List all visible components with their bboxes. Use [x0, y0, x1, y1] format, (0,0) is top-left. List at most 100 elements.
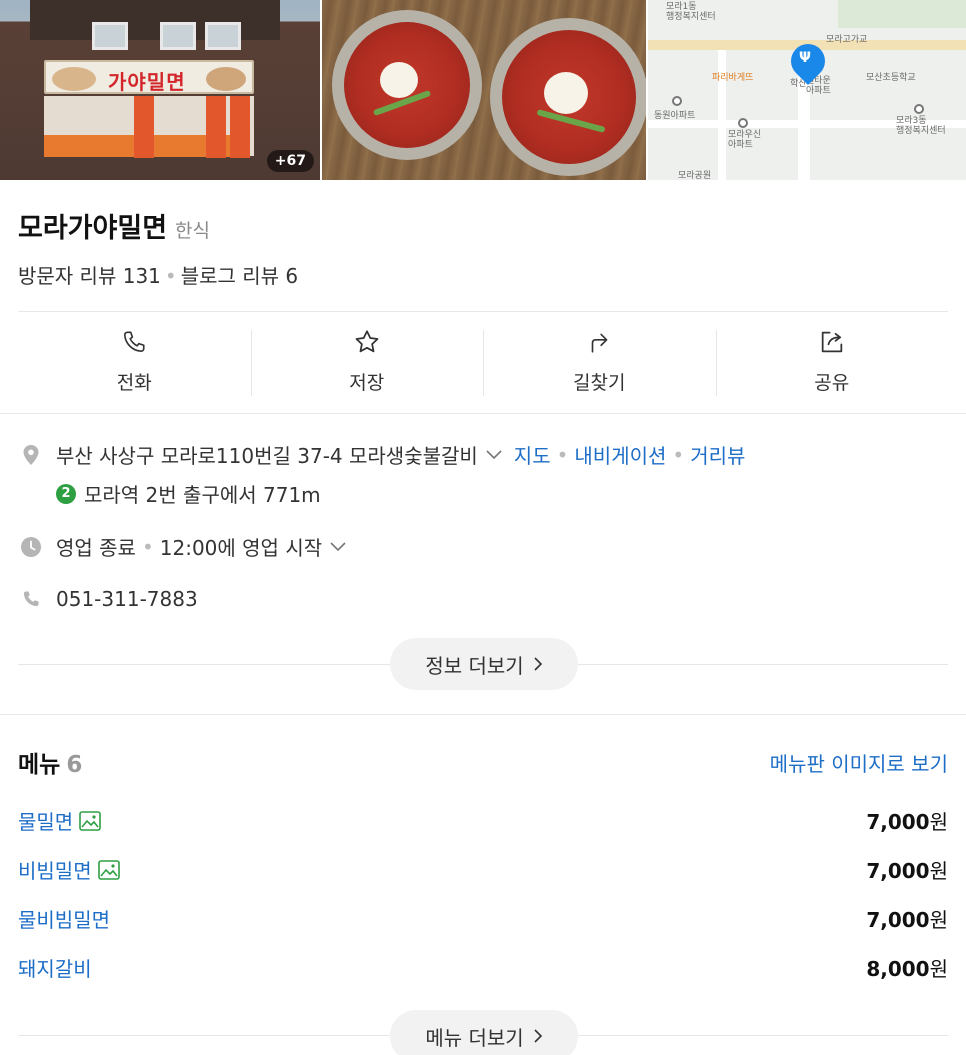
- hours-row[interactable]: 영업 종료 • 12:00에 영업 시작: [20, 532, 346, 561]
- building-window: [92, 22, 128, 50]
- menu-item-price: 7,000: [866, 810, 930, 834]
- separator-dot: •: [141, 534, 154, 559]
- banner: [134, 96, 154, 158]
- menu-item-name: 비빔밀면: [18, 859, 92, 883]
- menu-item[interactable]: 비빔밀면 7,000원: [18, 855, 948, 884]
- menu-item-name: 물밀면: [18, 810, 74, 834]
- visitor-reviews-link[interactable]: 방문자 리뷰 131: [18, 264, 161, 288]
- menu-item-price-wrap: 7,000원: [866, 904, 948, 933]
- map-link[interactable]: 지도: [514, 440, 551, 469]
- price-unit: 원: [929, 859, 948, 883]
- share-button[interactable]: 공유: [715, 328, 949, 396]
- separator-dot: •: [164, 264, 177, 288]
- place-name: 모라가야밀면: [18, 213, 168, 244]
- map-poi-icon: [914, 104, 924, 114]
- restaurant-icon: Ψ: [799, 50, 811, 66]
- business-status: 영업 종료: [56, 536, 136, 560]
- building-roof: [30, 0, 280, 40]
- banner: [230, 96, 250, 158]
- menu-item-price: 7,000: [866, 908, 930, 932]
- more-info-button[interactable]: 정보 더보기: [390, 638, 578, 690]
- location-map[interactable]: 모라1동 행정복지센터 모라고가교 파리바게뜨 학산 빌타운 아파트 모산초등학…: [648, 0, 966, 180]
- building-window: [160, 22, 196, 50]
- banner: [206, 96, 226, 158]
- menu-item-price-wrap: 8,000원: [866, 953, 948, 982]
- photo-strip: 가야밀면 +67 모라1동 행정복지센터 모라고가교 파리바게뜨 학산 빌타운 …: [0, 0, 966, 180]
- more-info-label: 정보 더보기: [425, 653, 524, 678]
- map-poi-icon: [738, 118, 748, 128]
- phone-row: 051-311-7883: [20, 587, 198, 611]
- directions-label: 길찾기: [573, 372, 626, 394]
- menu-item-name-wrap: 물밀면: [18, 806, 102, 835]
- subway-line-badge: 2: [56, 483, 76, 504]
- map-label: 모라우신 아파트: [728, 130, 762, 150]
- chevron-down-icon[interactable]: [330, 537, 346, 556]
- menu-item-price-wrap: 7,000원: [866, 806, 948, 835]
- separator-dot: •: [672, 442, 685, 467]
- call-label: 전화: [116, 372, 152, 394]
- menu-item-name-wrap: 비빔밀면: [18, 855, 120, 884]
- map-label: 모라공원: [678, 171, 712, 180]
- more-photos-badge[interactable]: +67: [266, 150, 314, 172]
- menu-item[interactable]: 돼지갈비 8,000원: [18, 953, 948, 982]
- directions-icon: [585, 328, 613, 356]
- address-text: 부산 사상구 모라로110번길 37-4 모라생숯불갈비: [56, 444, 478, 468]
- map-poi-icon: [672, 96, 682, 106]
- subway-row: 2 모라역 2번 출구에서 771m: [56, 479, 321, 508]
- price-unit: 원: [929, 957, 948, 981]
- menu-item-name: 물비빔밀면: [18, 908, 110, 932]
- share-icon: [818, 328, 846, 356]
- store-sign-text: 가야밀면: [108, 70, 186, 94]
- address-row: 부산 사상구 모라로110번길 37-4 모라생숯불갈비 지도 • 내비게이션 …: [20, 440, 745, 469]
- review-summary: 방문자 리뷰 131 • 블로그 리뷰 6: [18, 260, 298, 289]
- save-button[interactable]: 저장: [250, 328, 484, 396]
- map-label: 모라3동 행정복지센터: [896, 116, 946, 136]
- navigation-link[interactable]: 내비게이션: [574, 440, 666, 469]
- map-park: [838, 0, 966, 28]
- place-title: 모라가야밀면 한식: [18, 206, 210, 245]
- map-label: 모라1동 행정복지센터: [666, 2, 716, 22]
- chevron-right-icon: [534, 1029, 543, 1043]
- menu-item-name: 돼지갈비: [18, 957, 92, 981]
- egg: [544, 72, 588, 114]
- more-menu-button[interactable]: 메뉴 더보기: [390, 1010, 578, 1055]
- place-category: 한식: [175, 220, 211, 242]
- menu-title: 메뉴: [18, 752, 61, 778]
- egg: [380, 62, 418, 98]
- chevron-down-icon[interactable]: [486, 445, 502, 464]
- call-button[interactable]: 전화: [18, 328, 251, 396]
- phone-number[interactable]: 051-311-7883: [56, 587, 198, 611]
- subway-distance: 모라역 2번 출구에서 771m: [84, 483, 321, 507]
- sign-bowl-image: [52, 67, 96, 91]
- price-unit: 원: [929, 810, 948, 834]
- photo-icon: [97, 859, 120, 880]
- location-pin-icon: [20, 444, 42, 466]
- map-label: 모라고가교: [826, 35, 868, 45]
- divider: [18, 311, 948, 312]
- menu-item-price: 7,000: [866, 859, 930, 883]
- menu-heading: 메뉴 6: [18, 745, 82, 779]
- menu-board-link[interactable]: 메뉴판 이미지로 보기: [770, 748, 948, 777]
- directions-button[interactable]: 길찾기: [483, 328, 716, 396]
- chevron-right-icon: [534, 657, 543, 671]
- sign-bowl-image: [206, 67, 246, 91]
- building-window: [205, 22, 241, 50]
- action-bar: 전화 저장 길찾기 공유: [18, 328, 948, 396]
- section-divider: [0, 413, 966, 414]
- street-view-link[interactable]: 거리뷰: [690, 440, 745, 469]
- menu-item-price: 8,000: [866, 957, 930, 981]
- menu-item[interactable]: 물밀면 7,000원: [18, 806, 948, 835]
- blog-reviews-link[interactable]: 블로그 리뷰 6: [181, 264, 298, 288]
- food-photo[interactable]: [322, 0, 646, 180]
- share-label: 공유: [814, 372, 850, 394]
- price-unit: 원: [929, 908, 948, 932]
- storefront-photo[interactable]: 가야밀면 +67: [0, 0, 320, 180]
- separator-dot: •: [556, 442, 569, 467]
- store-sign: 가야밀면: [44, 60, 254, 94]
- menu-item[interactable]: 물비빔밀면 7,000원: [18, 904, 948, 933]
- business-hours: 12:00에 영업 시작: [159, 536, 323, 560]
- phone-icon: [20, 588, 42, 610]
- photo-icon: [79, 810, 102, 831]
- menu-count: 6: [66, 752, 83, 778]
- star-icon: [353, 328, 381, 356]
